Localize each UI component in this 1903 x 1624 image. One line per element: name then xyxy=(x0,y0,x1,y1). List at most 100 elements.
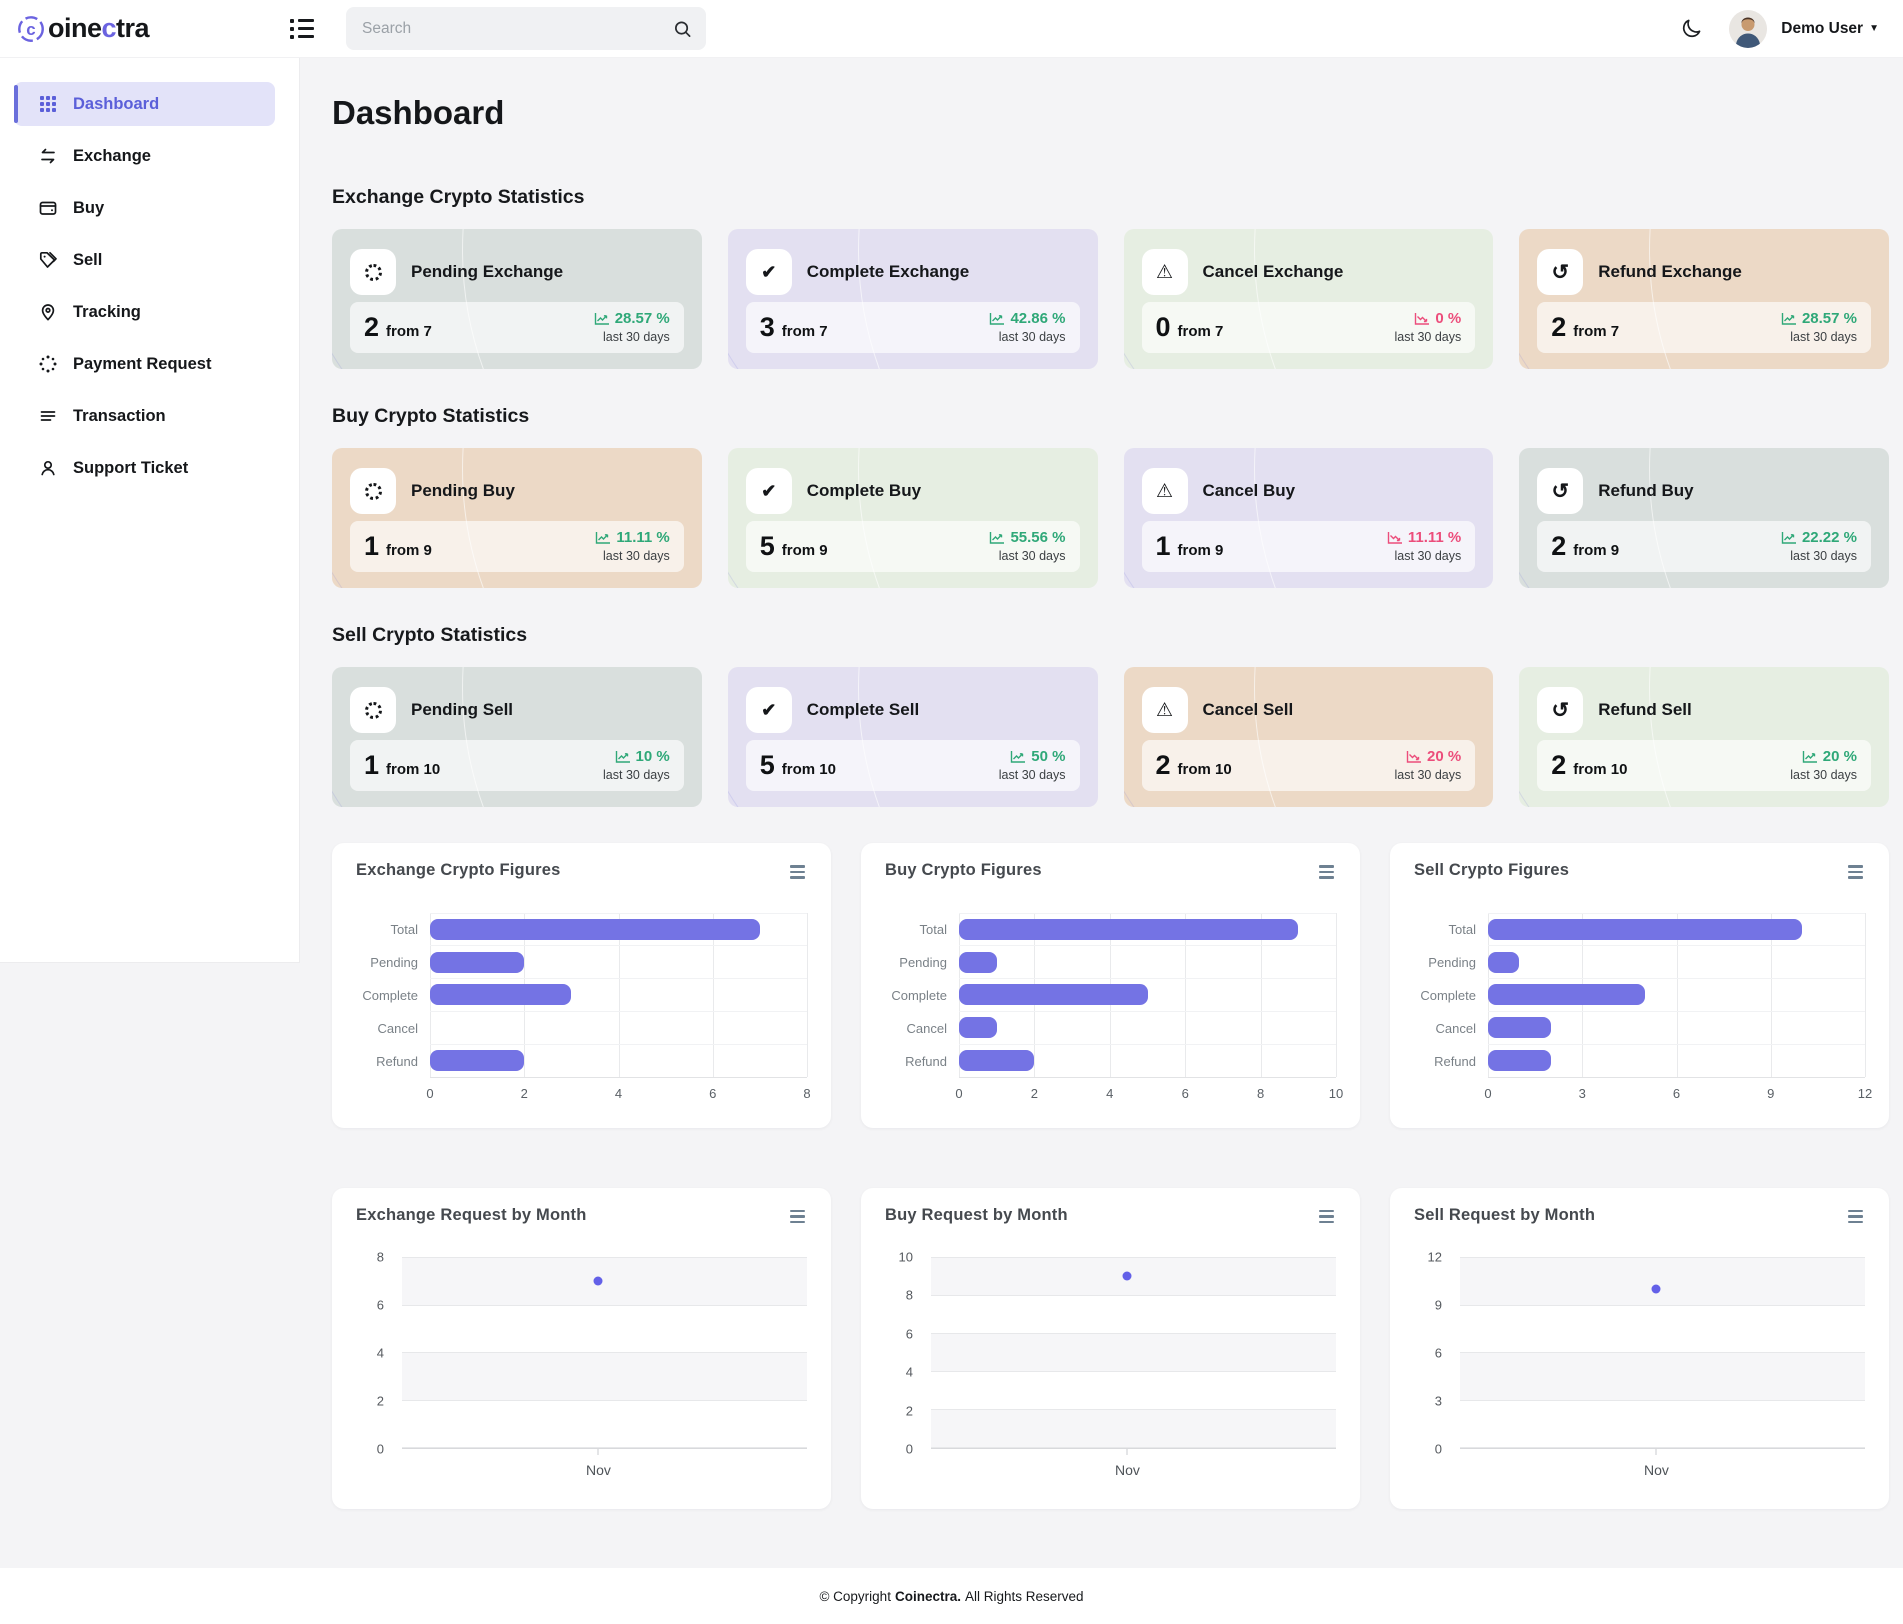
x-tick-label: 0 xyxy=(955,1086,962,1101)
stat-card-cancel-exchange: ⚠Cancel Exchange 0from 7 0 %last 30 days xyxy=(1124,229,1494,369)
sidebar-toggle-icon[interactable] xyxy=(284,13,320,45)
stat-period: last 30 days xyxy=(1790,768,1857,782)
sidebar-item-tracking[interactable]: Tracking xyxy=(14,290,275,334)
stat-percent: 10 % xyxy=(615,748,670,765)
user-menu[interactable]: Demo User▼ xyxy=(1781,20,1879,38)
y-tick-label: 4 xyxy=(377,1346,384,1361)
stat-value: 5 xyxy=(760,750,775,781)
gridline xyxy=(1460,1257,1865,1258)
x-axis: Nov xyxy=(1460,1449,1865,1487)
warning-icon: ⚠ xyxy=(1142,468,1188,514)
stat-card-refund-sell: ↺Refund Sell 2from 10 20 %last 30 days xyxy=(1519,667,1889,807)
footer-brand: Coinectra. xyxy=(895,1589,961,1604)
stat-percent: 28.57 % xyxy=(1781,310,1857,327)
chart-menu-icon[interactable] xyxy=(788,1206,807,1228)
user-avatar[interactable] xyxy=(1729,10,1767,48)
sidebar-item-buy[interactable]: Buy xyxy=(14,186,275,230)
stat-from: from 9 xyxy=(1178,542,1224,559)
exchange-request-scatter-chart: 02468 Nov xyxy=(356,1257,807,1487)
x-tick-label: 0 xyxy=(1484,1086,1491,1101)
stat-card-pending-exchange: Pending Exchange 2from 7 28.57 %last 30 … xyxy=(332,229,702,369)
refund-icon: ↺ xyxy=(1537,687,1583,733)
dark-mode-moon-icon[interactable] xyxy=(1680,17,1703,40)
brand-logo[interactable]: c oinectra xyxy=(16,13,284,44)
exchange-figures-bar-chart: TotalPendingCompleteCancelRefund02468 xyxy=(356,913,807,1106)
stat-summary: 2from 7 28.57 %last 30 days xyxy=(1537,302,1871,353)
stat-value: 1 xyxy=(364,531,379,562)
scatter-point xyxy=(594,1276,603,1285)
stat-title: Pending Sell xyxy=(411,700,513,720)
chart-menu-icon[interactable] xyxy=(1846,861,1865,883)
search-input[interactable] xyxy=(346,7,706,50)
sidebar-item-exchange[interactable]: Exchange xyxy=(14,134,275,178)
sidebar-item-support-ticket[interactable]: Support Ticket xyxy=(14,446,275,490)
chart-card-exchange-figures: Exchange Crypto Figures TotalPendingComp… xyxy=(332,843,831,1128)
trend-down-icon xyxy=(1406,750,1422,764)
stat-percent: 11.11 % xyxy=(1387,529,1461,546)
stat-summary: 3from 7 42.86 %last 30 days xyxy=(746,302,1080,353)
chart-title: Buy Request by Month xyxy=(885,1206,1068,1225)
stat-card-cancel-buy: ⚠Cancel Buy 1from 9 11.11 %last 30 days xyxy=(1124,448,1494,588)
trend-down-icon xyxy=(1387,531,1403,545)
y-axis: 02468 xyxy=(356,1257,392,1449)
stat-title: Complete Exchange xyxy=(807,262,970,282)
sell-stats-row: Pending Sell 1from 10 10 %last 30 days ✔… xyxy=(332,667,1889,807)
gridline xyxy=(931,1447,1336,1448)
x-tick-label: 6 xyxy=(709,1086,716,1101)
sidebar-item-dashboard[interactable]: Dashboard xyxy=(14,82,275,126)
sidebar-item-transaction[interactable]: Transaction xyxy=(14,394,275,438)
list-icon xyxy=(38,406,58,426)
bar-total xyxy=(959,919,1298,940)
sidebar-item-label: Exchange xyxy=(73,147,151,166)
check-icon: ✔ xyxy=(746,687,792,733)
x-axis: Nov xyxy=(931,1449,1336,1487)
bar-category-label: Refund xyxy=(356,1045,418,1078)
x-tick-label: 10 xyxy=(1329,1086,1343,1101)
stat-from: from 7 xyxy=(1178,323,1224,340)
x-tick xyxy=(1127,1449,1128,1455)
footer: © Copyright Coinectra. All Rights Reserv… xyxy=(0,1568,1903,1624)
sidebar-item-payment-request[interactable]: Payment Request xyxy=(14,342,275,386)
stat-period: last 30 days xyxy=(603,768,670,782)
chart-menu-icon[interactable] xyxy=(1846,1206,1865,1228)
gridline xyxy=(1460,1305,1865,1306)
bar-pending xyxy=(1488,952,1519,973)
buy-stats-row: Pending Buy 1from 9 11.11 %last 30 days … xyxy=(332,448,1889,588)
y-tick-label: 6 xyxy=(1435,1346,1442,1361)
trend-down-icon xyxy=(1414,312,1430,326)
bar-category-label: Refund xyxy=(885,1045,947,1078)
stat-title: Complete Sell xyxy=(807,700,919,720)
y-tick-label: 6 xyxy=(906,1326,913,1341)
stat-summary: 5from 10 50 %last 30 days xyxy=(746,740,1080,791)
trend-up-icon xyxy=(595,531,611,545)
chart-menu-icon[interactable] xyxy=(1317,1206,1336,1228)
chart-card-buy-request: Buy Request by Month 0246810Nov xyxy=(861,1188,1360,1510)
plot-band xyxy=(1460,1305,1865,1353)
stat-summary: 1from 10 10 %last 30 days xyxy=(350,740,684,791)
gridline xyxy=(402,1352,807,1353)
sell-request-scatter-chart: 036912Nov xyxy=(1414,1257,1865,1487)
chart-title: Exchange Request by Month xyxy=(356,1206,587,1225)
stat-percent: 50 % xyxy=(1010,748,1065,765)
search-icon[interactable] xyxy=(673,19,692,38)
stat-percent: 28.57 % xyxy=(594,310,670,327)
x-tick-label: 4 xyxy=(1106,1086,1113,1101)
stat-summary: 1 from 9 11.11 % last 30 days xyxy=(1142,521,1476,572)
spinner-icon xyxy=(350,468,396,514)
stat-period: last 30 days xyxy=(1395,549,1462,563)
x-tick-label: Nov xyxy=(586,1462,611,1478)
chart-menu-icon[interactable] xyxy=(788,861,807,883)
trend-up-icon xyxy=(1781,312,1797,326)
scatter-point xyxy=(1652,1284,1661,1293)
stat-value: 2 xyxy=(1551,750,1566,781)
stat-period: last 30 days xyxy=(1790,330,1857,344)
stat-percent: 22.22 % xyxy=(1781,529,1857,546)
stat-title: Cancel Exchange xyxy=(1203,262,1344,282)
sidebar-item-label: Support Ticket xyxy=(73,459,188,478)
chart-menu-icon[interactable] xyxy=(1317,861,1336,883)
bar-chart-plot xyxy=(1488,913,1865,1078)
bar-category-label: Complete xyxy=(1414,979,1476,1012)
sidebar-item-sell[interactable]: Sell xyxy=(14,238,275,282)
chart-title: Exchange Crypto Figures xyxy=(356,861,560,880)
stat-value: 1 xyxy=(1156,531,1171,562)
